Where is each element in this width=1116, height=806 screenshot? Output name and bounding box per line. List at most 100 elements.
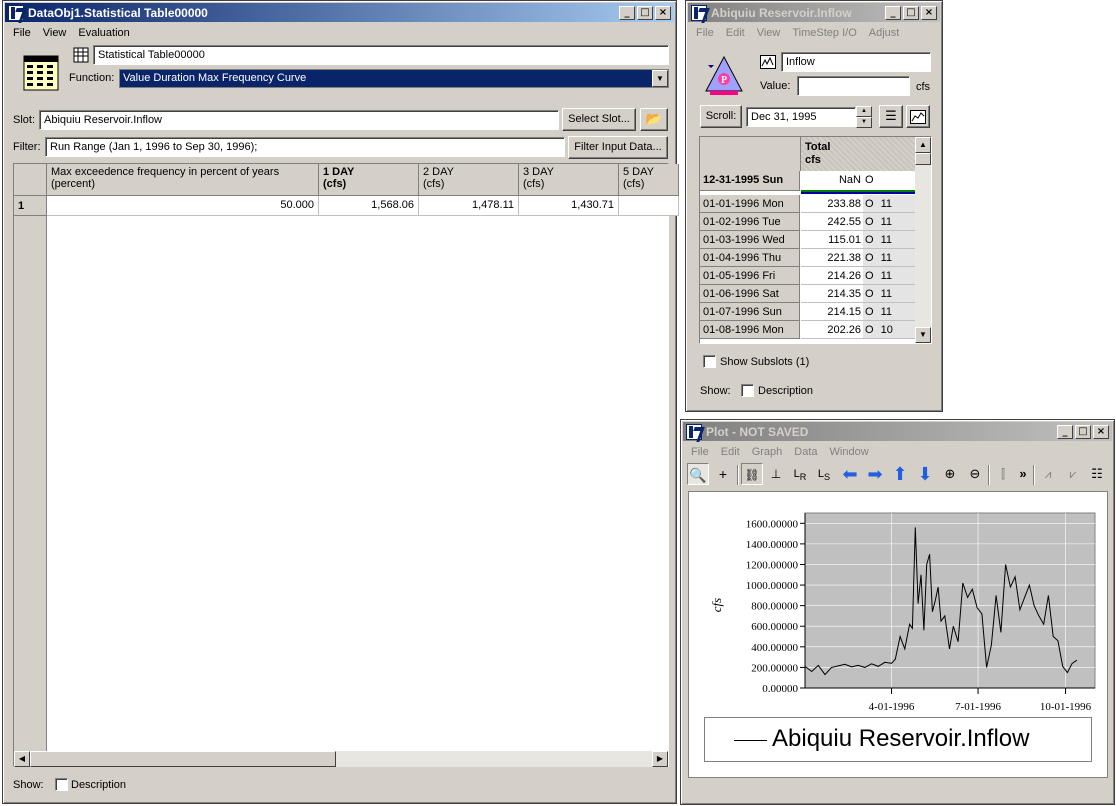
row-header-1[interactable]: 1 <box>14 196 47 216</box>
arrow-right-icon[interactable]: ➡ <box>864 463 886 485</box>
horizontal-scrollbar[interactable]: ◀ ▶ <box>14 751 668 767</box>
row-value[interactable]: 115.01 <box>801 231 863 249</box>
maximize-button[interactable]: □ <box>1075 424 1091 439</box>
select-slot-button[interactable]: Select Slot... <box>562 108 636 131</box>
description-checkbox[interactable] <box>741 384 754 397</box>
filter-field[interactable]: Run Range (Jan 1, 1996 to Sep 30, 1996); <box>45 137 565 157</box>
slot-field[interactable]: Abiquiu Reservoir.Inflow <box>39 110 559 130</box>
row-value[interactable]: 202.26 <box>801 321 863 339</box>
scale-axis-icon[interactable]: LS <box>813 463 835 485</box>
chevron-down-icon[interactable]: ▼ <box>652 70 668 87</box>
table-cell[interactable]: 1,430.71 <box>519 196 619 216</box>
zoom-tool-icon[interactable]: 🔍 <box>687 463 709 485</box>
row-value[interactable]: 214.35 <box>801 285 863 303</box>
filter-input-data-button[interactable]: Filter Input Data... <box>568 136 668 159</box>
row-value[interactable]: 221.38 <box>801 249 863 267</box>
scroll-right-icon[interactable]: ▶ <box>652 751 668 767</box>
crosshair-icon[interactable]: + <box>712 463 734 485</box>
column-header-3day[interactable]: 3 DAY (cfs) <box>519 164 619 196</box>
menu-file[interactable]: File <box>7 27 37 39</box>
menu-graph[interactable]: Graph <box>746 446 789 458</box>
spin-down-icon[interactable]: ▼ <box>856 117 872 128</box>
arrow-up-icon[interactable]: ⬆ <box>889 463 911 485</box>
minimize-button[interactable]: _ <box>1057 424 1073 439</box>
row-value[interactable]: 214.26 <box>801 267 863 285</box>
more-tools-icon[interactable]: » <box>1012 463 1034 485</box>
function-select[interactable]: Value Duration Max Frequency Curve ▼ <box>119 69 669 88</box>
menu-file[interactable]: File <box>685 446 715 458</box>
scroll-date-field[interactable]: Dec 31, 1995 <box>746 107 856 127</box>
slot-title-bar[interactable]: Abiquiu Reservoir.Inflow _ □ × <box>688 3 940 22</box>
chart-down-icon[interactable]: ⩗ <box>1062 463 1084 485</box>
zoom-out-icon[interactable]: ⊖ <box>964 463 986 485</box>
table-row[interactable]: 01-01-1996 Mon 233.88 O 11 <box>700 195 918 213</box>
close-button[interactable]: × <box>921 5 937 20</box>
plot-view-button[interactable] <box>906 105 930 128</box>
maximize-button[interactable]: □ <box>903 5 919 20</box>
scroll-down-icon[interactable]: ▼ <box>915 327 931 343</box>
table-row[interactable]: 12-31-1995 Sun NaN O <box>700 171 918 191</box>
table-name-field[interactable]: Statistical Table00000 <box>93 45 669 65</box>
list-sort-icon[interactable]: ☷ <box>1086 463 1108 485</box>
menu-edit[interactable]: Edit <box>715 446 746 458</box>
maximize-button[interactable]: □ <box>637 5 653 20</box>
column-header-percent[interactable]: Max exceedence frequency in percent of y… <box>47 164 319 196</box>
column-header-2day[interactable]: 2 DAY (cfs) <box>419 164 519 196</box>
table-cell[interactable]: 50.000 <box>47 196 319 216</box>
open-slot-button[interactable]: 📂 <box>640 108 668 131</box>
link-icon[interactable]: ⛓ <box>741 463 763 485</box>
total-column-header[interactable]: Total cfs <box>801 137 916 171</box>
row-value[interactable]: NaN <box>801 171 863 191</box>
plot-title-bar[interactable]: Plot - NOT SAVED _ □ × <box>683 422 1112 441</box>
right-axis-icon[interactable]: LR <box>789 463 811 485</box>
show-subslots-checkbox[interactable] <box>703 355 716 368</box>
scrollbar-thumb[interactable] <box>915 153 931 165</box>
minimize-button[interactable]: _ <box>885 5 901 20</box>
scrollbar-thumb[interactable] <box>30 751 336 767</box>
table-row[interactable]: 01-04-1996 Thu 221.38 O 11 <box>700 249 918 267</box>
menu-file[interactable]: File <box>690 27 720 39</box>
menu-data[interactable]: Data <box>788 446 823 458</box>
vertical-scrollbar[interactable]: ▲ ▼ <box>915 137 931 343</box>
close-button[interactable]: × <box>1093 424 1109 439</box>
table-row[interactable]: 01-06-1996 Sat 214.35 O 11 <box>700 285 918 303</box>
minimize-button[interactable]: _ <box>619 5 635 20</box>
description-checkbox[interactable] <box>55 778 68 791</box>
table-row[interactable]: 01-07-1996 Sun 214.15 O 11 <box>700 303 918 321</box>
zoom-in-icon[interactable]: ⊕ <box>939 463 961 485</box>
menu-view[interactable]: View <box>37 27 73 39</box>
close-button[interactable]: × <box>655 5 671 20</box>
menu-view[interactable]: View <box>751 27 787 39</box>
menu-evaluation[interactable]: Evaluation <box>72 27 135 39</box>
row-value[interactable]: 242.55 <box>801 213 863 231</box>
table-row[interactable]: 01-02-1996 Tue 242.55 O 11 <box>700 213 918 231</box>
scroll-left-icon[interactable]: ◀ <box>14 751 30 767</box>
table-row[interactable]: 01-05-1996 Fri 214.26 O 11 <box>700 267 918 285</box>
table-cell[interactable]: 1,568.06 <box>319 196 419 216</box>
chart-up-icon[interactable]: ⩘ <box>1037 463 1059 485</box>
spin-up-icon[interactable]: ▲ <box>856 106 872 117</box>
table-cell[interactable] <box>619 196 679 216</box>
menu-timestep-io[interactable]: TimeStep I/O <box>786 27 862 39</box>
scroll-up-icon[interactable]: ▲ <box>915 137 931 153</box>
value-input[interactable] <box>797 76 910 96</box>
table-row[interactable]: 01-08-1996 Mon 202.26 O 10 <box>700 321 918 339</box>
split-view-icon[interactable]: ⫿ <box>992 463 1014 485</box>
menu-edit[interactable]: Edit <box>720 27 751 39</box>
chart-legend[interactable]: Abiquiu Reservoir.Inflow <box>704 717 1092 762</box>
menu-window[interactable]: Window <box>824 446 875 458</box>
column-header-1day[interactable]: 1 DAY (cfs) <box>319 164 419 196</box>
row-value[interactable]: 214.15 <box>801 303 863 321</box>
slot-name-field[interactable]: Inflow <box>781 52 931 72</box>
table-cell[interactable]: 1,478.11 <box>419 196 519 216</box>
list-view-button[interactable]: ☰ <box>879 105 903 128</box>
date-spinner[interactable]: ▲ ▼ <box>856 106 872 128</box>
stat-title-bar[interactable]: DataObj1.Statistical Table00000 _ □ × <box>5 3 674 22</box>
column-header-5day[interactable]: 5 DAY (cfs) <box>619 164 679 196</box>
arrow-down-icon[interactable]: ⬇ <box>914 463 936 485</box>
menu-adjust[interactable]: Adjust <box>863 27 906 39</box>
scroll-button[interactable]: Scroll: <box>700 105 742 128</box>
arrow-left-icon[interactable]: ⬅ <box>839 463 861 485</box>
row-value[interactable]: 233.88 <box>801 195 863 213</box>
table-row[interactable]: 01-03-1996 Wed 115.01 O 11 <box>700 231 918 249</box>
